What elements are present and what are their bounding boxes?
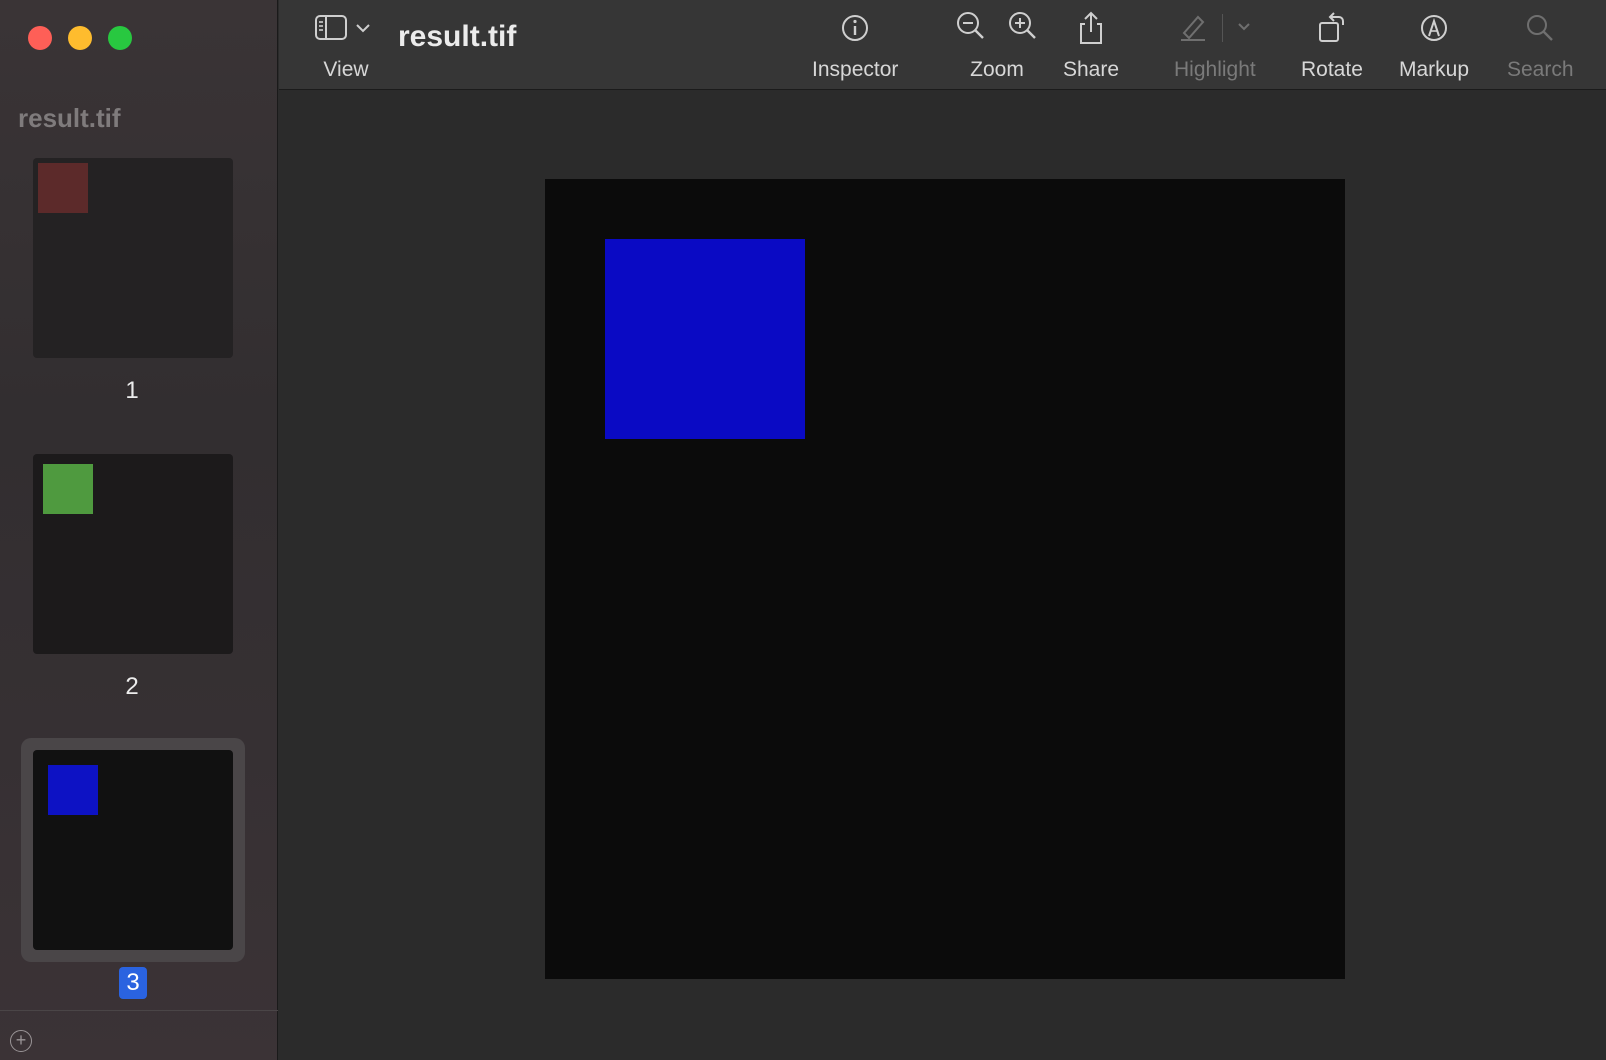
add-page-button[interactable]: + (10, 1030, 32, 1052)
markup-icon (1419, 10, 1449, 46)
search-icon (1525, 10, 1555, 46)
search-button[interactable]: Search (1507, 10, 1574, 82)
thumbnail-square (48, 765, 98, 815)
thumbnail-square (38, 163, 88, 213)
thumbnail-page-1[interactable] (21, 146, 245, 370)
toolbar: View result.tif Inspector Zoom Share Hig… (279, 0, 1606, 90)
thumbnail-image (33, 158, 233, 358)
inspector-label: Inspector (812, 58, 899, 81)
rotate-icon (1317, 10, 1347, 46)
sidebar-title: result.tif (18, 103, 121, 133)
view-button[interactable]: View (315, 10, 377, 82)
document-title: result.tif (398, 20, 517, 53)
window-controls (28, 26, 132, 50)
minimize-window-button[interactable] (68, 26, 92, 50)
sidebar-divider (0, 1010, 278, 1011)
thumbnail-page-2[interactable] (21, 442, 245, 666)
rotate-label: Rotate (1301, 58, 1363, 81)
zoom-control: Zoom (956, 10, 1038, 82)
highlight-button[interactable]: Highlight (1174, 10, 1256, 82)
markup-button[interactable]: Markup (1399, 10, 1469, 82)
thumbnail-page-3[interactable] (21, 738, 245, 962)
page-number-1: 1 (125, 377, 139, 404)
zoom-label: Zoom (970, 58, 1024, 81)
info-icon (840, 10, 870, 46)
share-icon (1076, 10, 1106, 46)
chevron-down-icon[interactable] (1237, 19, 1251, 37)
thumbnail-image (33, 750, 233, 950)
sidebar-toggle-icon (315, 10, 377, 46)
search-label: Search (1507, 58, 1574, 81)
document-page (545, 179, 1345, 979)
thumbnail-image (33, 454, 233, 654)
inspector-button[interactable]: Inspector (812, 10, 898, 82)
zoom-in-icon[interactable] (1008, 11, 1038, 46)
thumbnail-sidebar: result.tif 1 2 3 + (0, 0, 278, 1060)
zoom-out-icon[interactable] (956, 11, 986, 46)
share-label: Share (1063, 58, 1120, 81)
highlighter-icon (1178, 11, 1208, 46)
markup-label: Markup (1399, 58, 1470, 81)
maximize-window-button[interactable] (108, 26, 132, 50)
page-number-2: 2 (125, 673, 139, 700)
toolbar-separator (1222, 14, 1224, 42)
close-window-button[interactable] (28, 26, 52, 50)
preview-window: result.tif 1 2 3 + View result.tif Inspe… (0, 0, 1606, 1060)
share-button[interactable]: Share (1063, 10, 1119, 82)
thumbnail-square (43, 464, 93, 514)
view-label: View (323, 58, 369, 81)
document-canvas[interactable] (279, 91, 1606, 1060)
highlight-label: Highlight (1174, 58, 1256, 81)
page-number-3: 3 (119, 967, 147, 999)
rotate-button[interactable]: Rotate (1301, 10, 1363, 82)
blue-square (605, 239, 805, 439)
